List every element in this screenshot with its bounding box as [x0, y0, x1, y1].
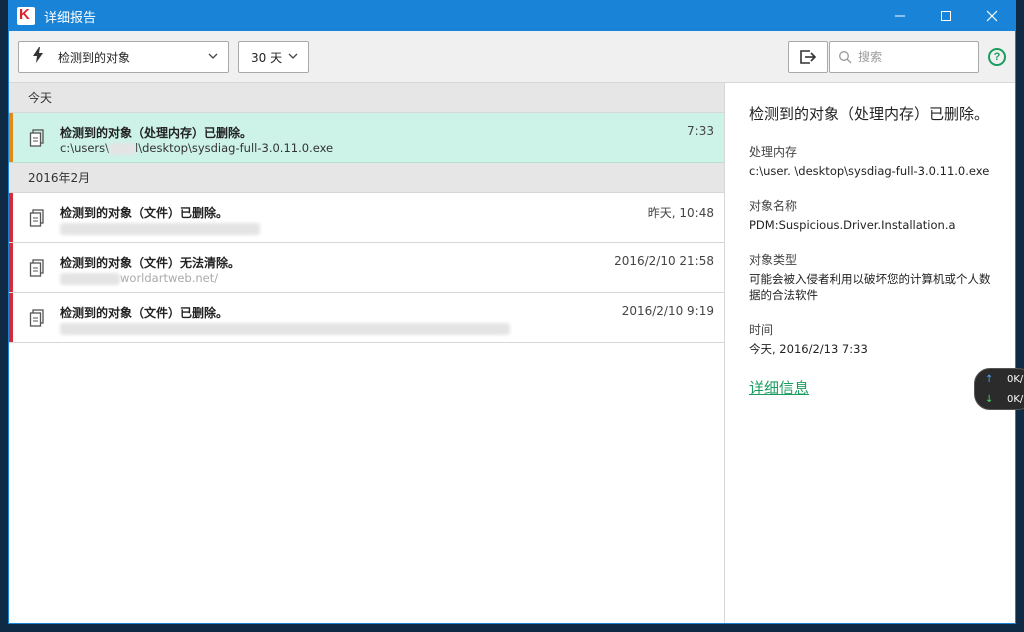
upload-arrow-icon: ↑ — [985, 374, 994, 385]
search-box[interactable] — [829, 41, 979, 73]
detail-value-process: c:\user. \desktop\sysdiag-full-3.0.11.0.… — [749, 164, 990, 178]
report-window: K 详细报告 检测到的对象 30 天 搜索 ? 今天 检测到的对象（处理内存）已… — [8, 0, 1016, 624]
event-time: 2016/2/10 21:58 — [614, 254, 714, 268]
minimize-icon — [895, 15, 905, 17]
chevron-down-icon — [208, 49, 218, 63]
detail-value-time: 今天, 2016/2/13 7:33 — [749, 342, 868, 356]
group-header-month: 2016年2月 — [9, 163, 724, 193]
severity-stripe — [9, 243, 13, 292]
event-title: 检测到的对象（文件）无法清除。 — [60, 256, 241, 270]
download-speed: 0K/ — [1007, 394, 1024, 405]
chevron-down-icon — [288, 49, 298, 63]
event-path — [60, 221, 260, 235]
close-icon — [986, 10, 998, 22]
event-row[interactable]: 检测到的对象（文件）已删除。 2016/2/10 9:19 — [9, 293, 724, 343]
download-arrow-icon: ↓ — [985, 394, 994, 405]
event-list: 今天 检测到的对象（处理内存）已删除。 c:\users\ l\desktop\s… — [9, 83, 725, 623]
toolbar: 检测到的对象 30 天 ? — [9, 31, 1015, 83]
redacted-text — [60, 322, 510, 335]
redacted-text — [60, 272, 120, 285]
severity-stripe — [9, 113, 13, 162]
more-details-link[interactable]: 详细信息 — [749, 377, 809, 398]
close-button[interactable] — [969, 1, 1015, 31]
kaspersky-logo-icon: K — [17, 6, 35, 25]
lightning-icon — [32, 47, 46, 67]
severity-stripe — [9, 193, 13, 242]
detail-title: 检测到的对象（处理内存）已删除。 — [749, 105, 990, 123]
redacted-text — [109, 142, 136, 155]
export-icon — [800, 50, 817, 64]
filter-dropdown-label: 检测到的对象 — [58, 50, 131, 65]
event-path: worldartweb.net/ — [60, 271, 218, 285]
severity-stripe — [9, 293, 13, 342]
maximize-icon — [941, 11, 951, 21]
maximize-button[interactable] — [923, 1, 969, 31]
search-icon — [839, 51, 852, 64]
title-bar: K 详细报告 — [9, 1, 1015, 31]
detail-value-object-type: 可能会被入侵者利用以破坏您的计算机或个人数据的合法软件 — [749, 272, 991, 302]
network-speed-widget: ↑ 0K/ ↓ 0K/ — [974, 368, 1024, 410]
detail-label-time: 时间 — [749, 323, 774, 337]
event-path — [60, 321, 510, 335]
detail-label-process: 处理内存 — [749, 145, 798, 159]
event-row[interactable]: 检测到的对象（文件）无法清除。 worldartweb.net/ 2016/2/… — [9, 243, 724, 293]
period-dropdown-label: 30 天 — [251, 50, 283, 65]
document-icon — [29, 259, 44, 277]
event-row[interactable]: 检测到的对象（处理内存）已删除。 c:\users\ l\desktop\sysd… — [9, 113, 724, 163]
event-title: 检测到的对象（文件）已删除。 — [60, 206, 229, 220]
event-title: 检测到的对象（处理内存）已删除。 — [60, 126, 253, 140]
event-time: 7:33 — [687, 124, 714, 138]
period-dropdown[interactable]: 30 天 — [238, 41, 309, 73]
window-title: 详细报告 — [44, 10, 97, 26]
filter-dropdown[interactable]: 检测到的对象 — [18, 41, 229, 73]
help-icon[interactable]: ? — [988, 48, 1006, 66]
document-icon — [29, 129, 44, 147]
detail-label-object-type: 对象类型 — [749, 253, 798, 267]
upload-speed: 0K/ — [1007, 374, 1024, 385]
export-button[interactable] — [788, 41, 828, 73]
group-header-today: 今天 — [9, 83, 724, 113]
detail-value-object-name: PDM:Suspicious.Driver.Installation.a — [749, 218, 956, 232]
event-row[interactable]: 检测到的对象（文件）已删除。 昨天, 10:48 — [9, 193, 724, 243]
minimize-button[interactable] — [877, 1, 923, 31]
document-icon — [29, 309, 44, 327]
document-icon — [29, 209, 44, 227]
detail-panel: 检测到的对象（处理内存）已删除。 处理内存 c:\user. \desktop\… — [725, 83, 1015, 623]
event-title: 检测到的对象（文件）已删除。 — [60, 306, 229, 320]
event-time: 昨天, 10:48 — [647, 206, 714, 220]
detail-label-object-name: 对象名称 — [749, 199, 798, 213]
search-input[interactable] — [858, 50, 968, 64]
redacted-text — [60, 222, 260, 235]
event-path: c:\users\ l\desktop\sysdiag-full-3.0.11.0… — [60, 141, 334, 155]
event-time: 2016/2/10 9:19 — [621, 304, 714, 318]
